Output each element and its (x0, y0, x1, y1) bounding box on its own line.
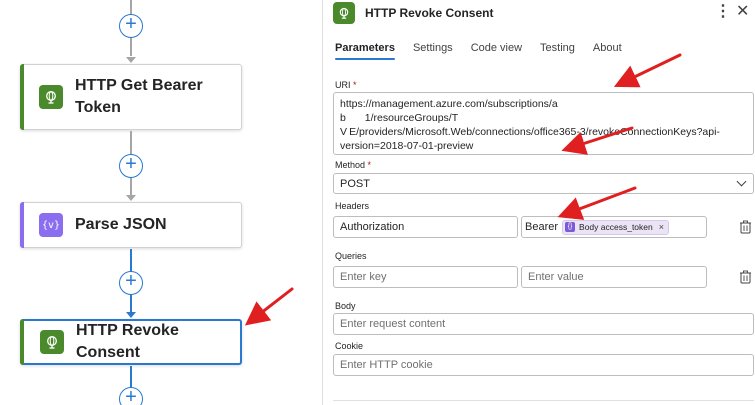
globe-icon (39, 85, 63, 109)
panel-title: HTTP Revoke Consent (365, 6, 494, 20)
globe-icon (40, 330, 64, 354)
connector-arrow (126, 312, 136, 318)
action-card-title: HTTP Revoke Consent (76, 322, 179, 361)
cookie-input[interactable]: Enter HTTP cookie (333, 354, 754, 376)
method-label: Method * (335, 160, 372, 170)
uri-input[interactable]: https://management.azure.com/subscriptio… (333, 92, 754, 155)
query-key-input[interactable]: Enter key (333, 266, 518, 288)
chevron-down-icon (736, 176, 747, 187)
header-key-input[interactable]: Authorization (333, 216, 518, 238)
action-details-panel: HTTP Revoke Consent ⋮ ✕ Parameters Setti… (322, 0, 755, 405)
action-card-http-get-bearer-token[interactable]: HTTP Get Bearer Token (20, 64, 242, 130)
add-step-button[interactable]: + (119, 154, 143, 178)
tab-code-view[interactable]: Code view (471, 42, 522, 60)
method-select[interactable]: POST (333, 173, 754, 194)
connector-arrow (126, 195, 136, 201)
divider (333, 400, 754, 401)
query-value-input[interactable]: Enter value (521, 266, 707, 288)
tab-testing[interactable]: Testing (540, 42, 575, 60)
header-value-input[interactable]: Bearer {} Body access_token × (521, 216, 707, 238)
body-label: Body (335, 301, 356, 311)
uri-label: URI * (335, 80, 357, 90)
delete-icon[interactable] (739, 270, 752, 284)
more-options-icon[interactable]: ⋮ (715, 2, 731, 22)
tab-about[interactable]: About (593, 42, 622, 60)
queries-label: Queries (335, 251, 367, 261)
add-step-button[interactable]: + (119, 271, 143, 295)
action-card-title: HTTP Get Bearer Token (75, 77, 203, 116)
globe-icon (333, 2, 355, 24)
cookie-label: Cookie (335, 341, 364, 351)
action-card-parse-json[interactable]: {v} Parse JSON (20, 202, 242, 248)
add-step-button[interactable]: + (119, 387, 143, 405)
delete-icon[interactable] (739, 220, 752, 234)
close-icon[interactable]: ✕ (736, 2, 749, 22)
headers-label: Headers (335, 201, 370, 211)
action-card-http-revoke-consent[interactable]: HTTP Revoke Consent (20, 319, 242, 365)
method-value: POST (340, 177, 370, 190)
flow-canvas: + HTTP Get Bearer Token + {v} Parse JSON… (0, 0, 322, 405)
action-card-title: Parse JSON (75, 216, 167, 233)
dynamic-content-token[interactable]: {} Body access_token × (562, 219, 670, 235)
remove-token-icon[interactable]: × (659, 222, 664, 232)
connector-arrow (126, 57, 136, 63)
add-step-button[interactable]: + (119, 14, 143, 38)
tab-settings[interactable]: Settings (413, 42, 453, 60)
tab-parameters[interactable]: Parameters (335, 42, 395, 60)
body-input[interactable]: Enter request content (333, 313, 754, 335)
braces-icon: {v} (39, 213, 63, 237)
panel-tabs: Parameters Settings Code view Testing Ab… (335, 42, 640, 60)
braces-icon: {} (565, 222, 576, 232)
